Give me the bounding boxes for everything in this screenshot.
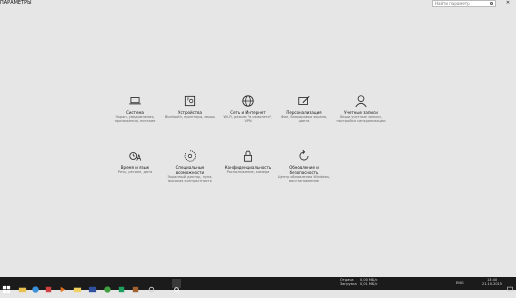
tile-name: Обновление и безопасность xyxy=(289,165,319,175)
tile-desc: Экран, уведомления, приложения, питание xyxy=(114,115,156,124)
tile-desc: Центр обновления Windows, восстановление xyxy=(277,175,331,184)
tile-system[interactable]: Система Экран, уведомления, приложения, … xyxy=(107,94,163,124)
laptop-icon xyxy=(129,97,141,105)
tile-desc: Wi-Fi, режим "в самолете", VPN xyxy=(223,115,273,124)
tile-desc: Речь, регион, дата xyxy=(117,170,153,174)
tile-privacy[interactable]: Конфиденциальность Расположение, камера xyxy=(220,149,276,174)
tile-desc: Ваши учетные записи, настройки синхрониз… xyxy=(336,115,386,124)
network-speed-labels: Отдача Загрузка xyxy=(340,278,357,286)
browser-icon[interactable] xyxy=(31,279,40,293)
tile-desc: Экранный диктор, лупа, высокая контрастн… xyxy=(167,175,213,184)
store-icon[interactable] xyxy=(44,279,53,293)
search-input[interactable]: Найти параметр xyxy=(432,0,496,7)
tile-accounts[interactable]: Учетные записи Ваши учетные записи, наст… xyxy=(333,94,389,124)
media-icon[interactable] xyxy=(58,279,67,293)
terminal-icon[interactable] xyxy=(88,279,97,293)
tile-devices[interactable]: Устройства Bluetooth, принтеры, мышь xyxy=(162,94,218,119)
search-icon xyxy=(490,2,493,5)
tile-network[interactable]: Сеть и Интернет Wi-Fi, режим "в самолете… xyxy=(220,94,276,124)
tile-personalization[interactable]: Персонализация Фон, блокировка экрана, ц… xyxy=(276,94,332,124)
download-label: Загрузка xyxy=(340,282,357,286)
tile-accessibility[interactable]: Специальные возможности Экранный диктор,… xyxy=(162,149,218,184)
title-bar: Параметры Найти параметр ✕ xyxy=(0,0,516,9)
settings-window-button[interactable] xyxy=(172,279,181,292)
update-icon xyxy=(299,149,309,161)
time-language-icon xyxy=(129,152,142,161)
windows-logo-icon[interactable] xyxy=(2,279,11,294)
personalization-icon xyxy=(298,96,310,105)
tile-desc: Bluetooth, принтеры, мышь xyxy=(164,115,216,119)
tile-update-security[interactable]: Обновление и безопасность Центр обновлен… xyxy=(276,149,332,184)
chrome-icon[interactable] xyxy=(103,279,112,293)
folder-icon[interactable] xyxy=(73,279,82,293)
game-icon[interactable] xyxy=(117,279,126,293)
lock-icon xyxy=(244,150,252,162)
clock-date: 21.10.2015 xyxy=(481,282,503,286)
tile-desc: Расположение, камера xyxy=(226,170,270,174)
notifications-icon[interactable] xyxy=(506,279,514,292)
user-icon xyxy=(355,95,367,108)
devices-icon xyxy=(184,95,196,107)
file-explorer-icon[interactable] xyxy=(18,279,27,293)
network-speed-values: 0,00 МБ/с 0,01 МБ/с xyxy=(360,278,377,286)
download-speed: 0,01 МБ/с xyxy=(360,282,378,286)
photoshop-icon[interactable] xyxy=(131,279,140,293)
clock[interactable]: 13:40 21.10.2015 xyxy=(480,278,504,286)
search-placeholder: Найти параметр xyxy=(435,1,470,6)
window-title: Параметры xyxy=(0,0,32,6)
globe-icon xyxy=(242,95,254,107)
tile-name: Специальные возможности xyxy=(175,165,205,175)
tile-time-language[interactable]: Время и язык Речь, регион, дата xyxy=(107,149,163,174)
close-button[interactable]: ✕ xyxy=(500,0,516,7)
accessibility-icon xyxy=(184,150,196,162)
tile-desc: Фон, блокировка экрана, цвета xyxy=(280,115,328,124)
taskbar: Отдача Загрузка 0,00 МБ/с 0,01 МБ/с ENG … xyxy=(0,277,516,294)
settings-icon[interactable] xyxy=(147,279,156,293)
language-indicator[interactable]: ENG xyxy=(456,281,464,285)
